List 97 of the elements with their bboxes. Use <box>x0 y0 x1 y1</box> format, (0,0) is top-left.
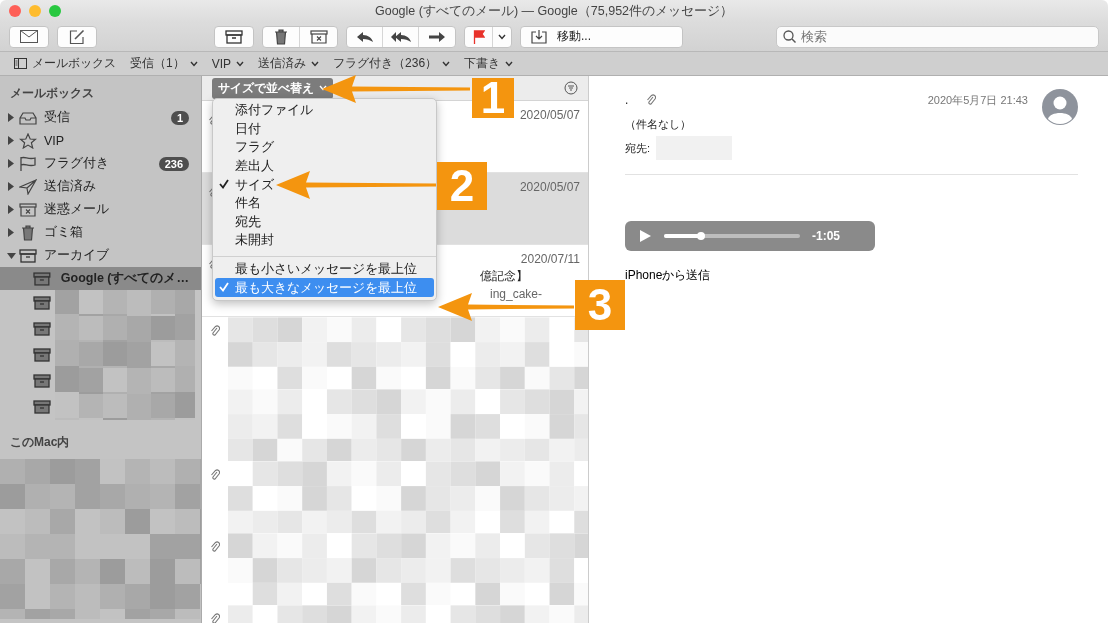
paperclip-icon <box>210 325 220 337</box>
section-heading: このMac内 <box>9 434 71 451</box>
favorites-item[interactable]: 受信（1） <box>130 55 198 72</box>
paperclip-icon <box>210 613 220 623</box>
unread-count: 1 <box>170 110 189 125</box>
paperclip-icon <box>210 469 220 481</box>
paperclip-icon <box>210 541 220 553</box>
favorites-item[interactable]: メールボックス <box>14 55 116 72</box>
menu-item[interactable]: 日付 <box>213 119 261 139</box>
sender-name: . <box>625 93 629 107</box>
chevron-icon <box>311 60 320 67</box>
flag-icon <box>19 155 37 172</box>
archive-icon <box>19 248 37 263</box>
checkmark-icon <box>219 179 229 190</box>
chevron-icon <box>498 33 506 40</box>
archive-icon <box>225 29 243 44</box>
menu-item[interactable]: フラグ <box>213 138 274 157</box>
star-icon <box>19 132 37 149</box>
favorites-item[interactable]: 送信済み <box>258 55 320 72</box>
message-date: 2020/05/07 <box>519 180 580 194</box>
step-number: 1 <box>472 78 514 118</box>
step-number: 3 <box>575 280 625 330</box>
recipient-label: 宛先: <box>625 140 651 156</box>
message-subject: （件名なし） <box>625 117 692 132</box>
avatar-icon <box>1042 89 1078 125</box>
get-mail-button[interactable] <box>9 25 49 48</box>
search-icon <box>783 29 796 43</box>
junk-icon <box>19 202 37 217</box>
sidebar-item[interactable]: 送信済み <box>0 175 201 198</box>
disclosure-icon[interactable] <box>7 182 15 191</box>
sidebar-item[interactable]: アーカイブ <box>0 244 201 267</box>
junk-icon <box>309 29 328 44</box>
checkmark-icon <box>219 282 229 293</box>
chevron-icon <box>442 60 451 67</box>
menu-item[interactable]: 件名 <box>213 193 261 213</box>
message-body: iPhoneから送信 <box>625 267 712 284</box>
reply-all-icon <box>390 30 411 43</box>
archive-icon <box>33 348 51 362</box>
move-button[interactable]: 移動... <box>520 25 683 48</box>
disclosure-icon[interactable] <box>7 136 15 145</box>
audio-progress-track[interactable] <box>664 234 800 238</box>
message-date: 2020年5月7日 21:43 <box>927 93 1028 108</box>
filter-icon <box>564 81 578 95</box>
message-date: 2020/07/11 <box>520 252 580 266</box>
message-subject: 億記念】 <box>480 268 528 285</box>
sidebar-item[interactable]: ゴミ箱 <box>0 221 201 244</box>
sidebar-item[interactable]: 迷惑メール <box>0 198 201 221</box>
favorites-item[interactable]: VIP <box>211 56 245 71</box>
menu-item[interactable]: 宛先 <box>213 212 261 232</box>
favorites-item[interactable]: フラグ付き（236） <box>333 55 451 72</box>
menu-item[interactable]: サイズ <box>213 175 274 194</box>
sidebar-icon <box>14 58 27 69</box>
disclosure-icon[interactable] <box>7 159 15 168</box>
menu-item[interactable]: 差出人 <box>213 156 274 176</box>
window-title: Google (すべてのメール) — Google（75,952件のメッセージ） <box>374 3 734 18</box>
archive-icon <box>33 271 51 286</box>
favorites-item[interactable]: 下書き <box>464 55 514 72</box>
paper-plane-icon <box>19 178 37 195</box>
play-icon <box>639 229 652 243</box>
flag-icon <box>472 29 485 44</box>
archive-icon <box>33 400 51 414</box>
disclosure-icon[interactable] <box>7 113 15 122</box>
disclosure-icon[interactable] <box>7 228 15 237</box>
compose-icon <box>69 28 85 45</box>
move-icon <box>531 29 547 44</box>
archive-icon <box>33 296 51 310</box>
chevron-icon <box>236 60 245 67</box>
sort-button[interactable]: サイズで並べ替え <box>212 77 333 99</box>
compose-button[interactable] <box>57 25 97 48</box>
menu-item[interactable]: 添付ファイル <box>213 101 313 120</box>
message-preview: ing_cake- <box>490 287 543 301</box>
playhead-handle[interactable] <box>696 232 705 240</box>
search-field[interactable]: 検索 <box>776 25 1099 48</box>
archive-icon <box>33 322 51 336</box>
section-heading: メールボックス <box>9 85 95 102</box>
sidebar-item[interactable]: Google (すべてのメ… <box>0 267 201 290</box>
message-date: 2020/05/07 <box>519 108 580 122</box>
step-number: 2 <box>437 162 487 210</box>
sidebar-item[interactable]: フラグ付き 236 <box>0 152 201 175</box>
trash-icon <box>272 28 290 45</box>
disclosure-icon[interactable] <box>7 251 16 260</box>
sidebar-item[interactable]: VIP <box>0 129 201 152</box>
disclosure-icon[interactable] <box>7 205 15 214</box>
menu-item[interactable]: 最も小さいメッセージを最上位 <box>213 259 417 279</box>
archive-icon <box>33 374 51 388</box>
archive-button[interactable] <box>214 25 254 48</box>
chevron-icon <box>505 60 514 67</box>
trash-icon <box>19 224 37 241</box>
chevron-icon <box>189 60 198 67</box>
unread-count: 236 <box>158 156 189 171</box>
forward-icon <box>428 30 446 43</box>
sidebar-item[interactable]: 受信 1 <box>0 106 201 129</box>
reply-icon <box>355 30 374 43</box>
paperclip-icon <box>646 94 657 106</box>
inbox-icon <box>19 110 37 125</box>
envelope-icon <box>20 30 38 43</box>
audio-time: -1:05 <box>812 229 840 243</box>
